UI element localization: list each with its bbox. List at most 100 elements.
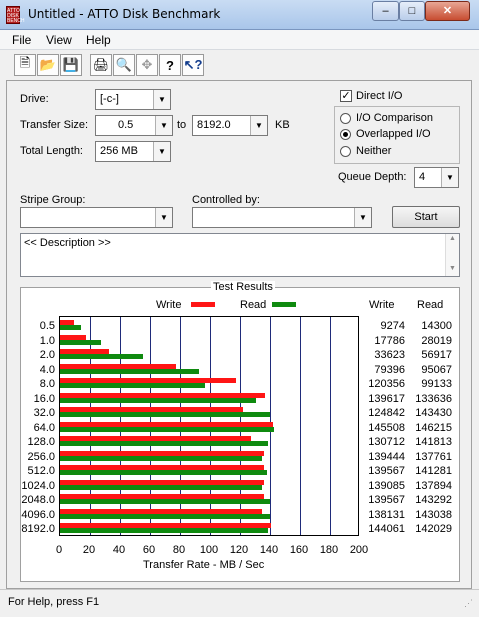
minimize-button[interactable]: – <box>372 1 399 21</box>
resize-grip-icon[interactable]: ⋰ <box>464 598 473 609</box>
write-value: 139617 <box>368 392 405 405</box>
transfer-from-select[interactable]: 0.5 ▼ <box>95 115 173 136</box>
read-value: 141813 <box>415 436 452 448</box>
print-preview-icon[interactable]: 🔍 <box>113 54 135 76</box>
read-bar <box>60 383 206 388</box>
overlapped-io-radio[interactable] <box>340 129 351 140</box>
stripe-group-select[interactable]: ▼ <box>20 207 173 228</box>
read-value: 143292 <box>415 494 452 506</box>
total-length-label: Total Length: <box>20 145 83 157</box>
grid-line <box>330 317 331 535</box>
y-tick-label: 1.0 <box>39 334 55 347</box>
write-value: 144061 <box>368 523 405 535</box>
x-tick-label: 160 <box>289 544 309 556</box>
drive-label: Drive: <box>20 93 49 105</box>
menu-help[interactable]: Help <box>86 33 111 47</box>
x-tick-label: 120 <box>229 544 249 556</box>
read-bar <box>60 368 200 374</box>
new-icon[interactable]: 🗎 <box>14 54 36 76</box>
x-tick-label: 80 <box>172 544 186 556</box>
y-tick-label: 128.0 <box>27 436 55 448</box>
read-bar <box>60 354 144 359</box>
chevron-down-icon: ▼ <box>153 142 170 161</box>
description-text: << Description >> <box>24 237 111 249</box>
read-value: 146215 <box>415 421 452 434</box>
results-title: Test Results <box>211 281 275 293</box>
controlled-by-select[interactable]: ▼ <box>192 207 372 228</box>
context-help-icon[interactable]: ↖? <box>182 54 204 76</box>
scroll-up-icon[interactable]: ▲ <box>449 235 456 242</box>
read-bar <box>60 412 271 417</box>
read-bar <box>60 441 268 446</box>
read-bar <box>60 397 256 403</box>
io-comparison-radio[interactable] <box>340 113 351 124</box>
menu-view[interactable]: View <box>46 33 72 47</box>
transfer-from-value: 0.5 <box>118 119 134 131</box>
y-tick-label: 8.0 <box>39 378 55 390</box>
queue-depth-select[interactable]: 4 ▼ <box>414 167 459 188</box>
help-icon[interactable]: ? <box>159 54 181 76</box>
write-value: 145508 <box>368 421 405 434</box>
direct-io-checkbox[interactable]: ✓ <box>340 90 352 102</box>
scroll-down-icon[interactable]: ▼ <box>449 265 456 272</box>
y-tick-label: 64.0 <box>33 421 55 434</box>
x-tick-label: 20 <box>82 544 96 556</box>
chevron-down-icon: ▼ <box>155 116 172 135</box>
write-value: 79396 <box>374 363 405 376</box>
save-icon[interactable]: 💾 <box>60 54 82 76</box>
write-value: 124842 <box>368 407 405 419</box>
write-value: 139444 <box>368 450 405 463</box>
menu-file[interactable]: File <box>12 33 31 47</box>
queue-depth-label: Queue Depth: <box>338 171 407 183</box>
chevron-down-icon: ▼ <box>153 90 170 109</box>
controlled-by-label: Controlled by: <box>192 194 260 206</box>
neither-radio[interactable] <box>340 146 351 157</box>
read-column-header: Read <box>417 299 444 311</box>
toolbar: 🗎 📂 💾 🖨 🔍 ✥ ? ↖? <box>0 50 479 80</box>
transfer-to-select[interactable]: 8192.0 ▼ <box>192 115 268 136</box>
read-value: 95067 <box>421 363 452 376</box>
read-value: 137761 <box>415 450 452 463</box>
read-value: 143430 <box>415 407 452 419</box>
y-tick-label: 2048.0 <box>21 494 55 506</box>
x-tick-label: 140 <box>259 544 279 556</box>
description-scrollbar[interactable]: ▲ ▼ <box>445 234 459 276</box>
write-column-header: Write <box>369 299 395 311</box>
window-title: Untitled - ATTO Disk Benchmark <box>28 7 221 21</box>
start-button[interactable]: Start <box>392 206 460 228</box>
to-label: to <box>177 119 187 131</box>
y-tick-label: 4.0 <box>39 363 55 376</box>
direct-io-label: Direct I/O <box>356 90 403 102</box>
transfer-to-value: 8192.0 <box>197 119 231 131</box>
total-length-select[interactable]: 256 MB ▼ <box>95 141 171 162</box>
read-bar <box>60 339 102 345</box>
atto-app-icon[interactable]: ATTO DISK BENCH <box>6 6 25 24</box>
x-tick-label: 0 <box>55 544 63 556</box>
y-tick-label: 0.5 <box>39 320 55 332</box>
read-bar <box>60 499 270 504</box>
queue-depth-value: 4 <box>419 171 426 183</box>
legend-read-swatch <box>272 302 296 307</box>
read-value: 99133 <box>421 378 452 390</box>
move-icon[interactable]: ✥ <box>136 54 158 76</box>
transfer-rate-chart <box>59 316 359 536</box>
legend-write-swatch <box>191 302 215 307</box>
read-bar <box>60 455 262 461</box>
x-tick-label: 200 <box>349 544 369 556</box>
y-tick-label: 2.0 <box>39 349 55 361</box>
description-textarea[interactable]: << Description >> ▲ ▼ <box>20 233 460 277</box>
maximize-button[interactable]: □ <box>399 1 425 21</box>
print-icon[interactable]: 🖨 <box>90 54 112 76</box>
drive-select[interactable]: [-c-] ▼ <box>95 89 171 110</box>
x-tick-label: 180 <box>319 544 339 556</box>
read-bar <box>60 426 275 432</box>
open-icon[interactable]: 📂 <box>37 54 59 76</box>
read-bar <box>60 325 81 330</box>
write-value: 139085 <box>368 479 405 492</box>
read-value: 142029 <box>415 523 452 535</box>
read-value: 14300 <box>421 320 452 332</box>
close-button[interactable]: ✕ <box>425 1 470 21</box>
write-value: 130712 <box>368 436 405 448</box>
write-value: 120356 <box>368 378 405 390</box>
write-value: 138131 <box>368 508 405 521</box>
